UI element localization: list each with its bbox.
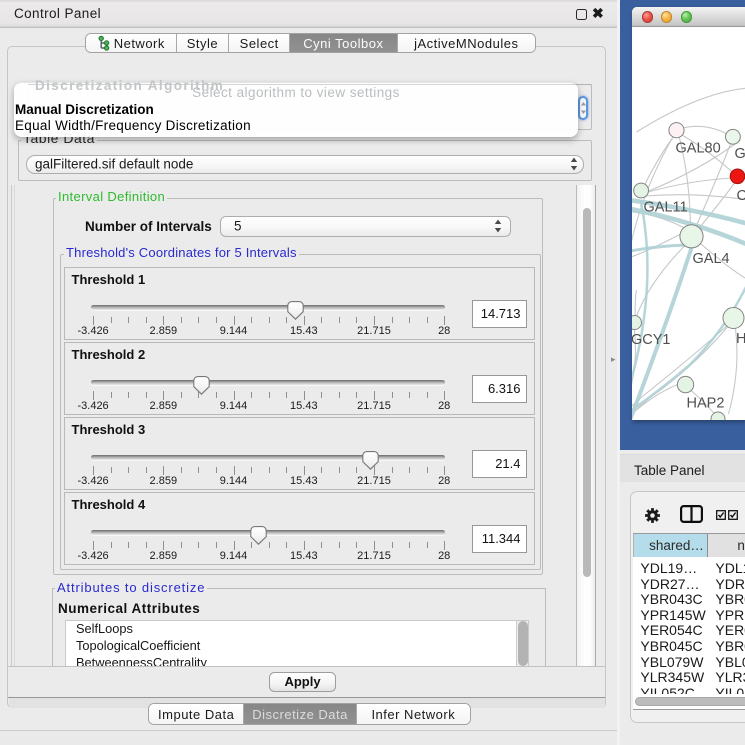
svg-text:GAL4: GAL4	[692, 251, 729, 267]
svg-text:GAL80: GAL80	[675, 141, 720, 157]
svg-text:HA: HA	[736, 331, 745, 347]
svg-text:GAL11: GAL11	[643, 200, 687, 216]
svg-text:GA: GA	[734, 146, 745, 162]
svg-text:CO: CO	[736, 188, 745, 204]
svg-text:GCY1: GCY1	[632, 332, 671, 348]
svg-text:HAP2: HAP2	[686, 396, 724, 412]
